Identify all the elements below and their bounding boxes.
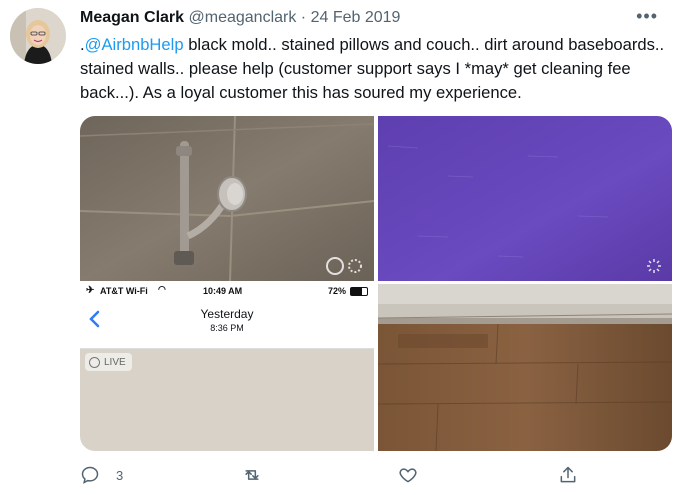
wifi-icon: ◠ xyxy=(158,284,166,294)
tweet-header: Meagan Clark @meaganclark · 24 Feb 2019 xyxy=(80,9,400,27)
author-name[interactable]: Meagan Clark xyxy=(80,9,184,26)
like-button[interactable] xyxy=(398,460,418,490)
battery-percent: 72% xyxy=(328,286,347,296)
nav-title: Yesterday xyxy=(200,307,254,321)
more-icon[interactable]: ••• xyxy=(636,6,658,27)
share-icon xyxy=(560,466,576,483)
battery-icon xyxy=(350,287,368,296)
tweet-text: .@AirbnbHelp black mold.. stained pillow… xyxy=(80,33,665,105)
retweet-button[interactable] xyxy=(242,460,262,490)
avatar[interactable] xyxy=(10,8,66,64)
ios-status-bar: ✈ AT&T Wi-Fi ◠ 10:49 AM 72% xyxy=(80,284,374,298)
mention-link[interactable]: @AirbnbHelp xyxy=(85,35,184,54)
media-grid: ✈ AT&T Wi-Fi ◠ 10:49 AM 72% Yesterday 8:… xyxy=(80,116,672,451)
author-handle[interactable]: @meaganclark xyxy=(189,9,297,26)
share-button[interactable] xyxy=(558,460,578,490)
nav-subtitle: 8:36 PM xyxy=(210,323,244,333)
retweet-icon xyxy=(245,470,259,480)
photo-shower[interactable] xyxy=(80,116,374,281)
reply-button[interactable]: 3 xyxy=(80,460,123,490)
live-badge[interactable]: LIVE xyxy=(85,353,132,371)
photo-purple-fabric[interactable] xyxy=(378,116,672,281)
tweet-date[interactable]: 24 Feb 2019 xyxy=(311,9,401,26)
like-icon xyxy=(399,468,417,483)
reply-count: 3 xyxy=(116,467,124,483)
reply-icon xyxy=(81,466,99,484)
tweet-actions: 3 xyxy=(80,460,672,490)
carrier-label: AT&T Wi-Fi xyxy=(100,286,148,296)
live-label: LIVE xyxy=(104,356,126,368)
airplane-icon: ✈ xyxy=(86,285,95,296)
photo-baseboard-floor[interactable] xyxy=(378,284,672,451)
ios-nav-bar: Yesterday 8:36 PM xyxy=(80,298,374,349)
status-time: 10:49 AM xyxy=(203,286,243,296)
live-photo-icon xyxy=(89,356,100,368)
photo-phone-screenshot[interactable]: ✈ AT&T Wi-Fi ◠ 10:49 AM 72% Yesterday 8:… xyxy=(80,284,374,451)
separator: · xyxy=(300,9,307,26)
